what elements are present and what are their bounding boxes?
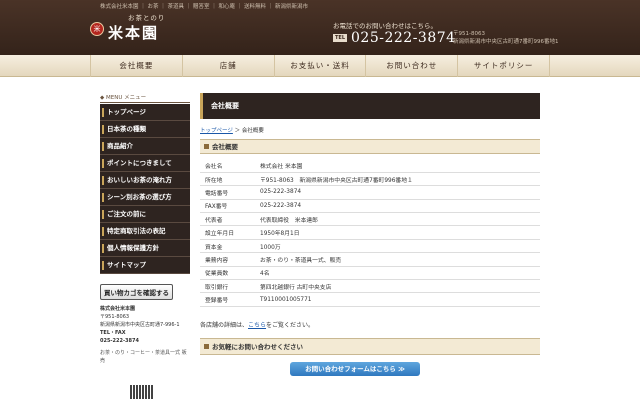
sidebar-item-commerce-law[interactable]: 特定商取引法の表記 [100, 223, 190, 240]
nav-item-payment[interactable]: お支払い・送料 [273, 55, 366, 77]
breadcrumb-home-link[interactable]: トップページ [200, 128, 233, 134]
sidebar-description: お茶・のり・コーヒー・茶道具一式 販売 [100, 350, 187, 364]
row-label: 資本金 [200, 239, 260, 254]
row-value: お茶・のり・茶道具一式、販売 [260, 252, 540, 267]
section-title: 会社概要 [200, 139, 540, 154]
store-detail-note: 各店舗の詳細は、こちらをご覧ください。 [200, 321, 315, 329]
row-label: 取引銀行 [200, 279, 260, 294]
site-header: 株式会社米本園 ｜ お茶 ｜ 茶道具 ｜ 贈答室 ｜ 和心庵 ｜ 送料無料 ｜ … [0, 0, 640, 55]
row-label: FAX番号 [200, 199, 260, 214]
sidebar-item-products[interactable]: 商品紹介 [100, 138, 190, 155]
row-label: 所在地 [200, 172, 260, 187]
store-detail-link[interactable]: こちら [248, 322, 266, 329]
menu-heading: ◆ MENU メニュー [100, 93, 190, 103]
contact-heading: お気軽にお問い合わせください [200, 337, 540, 355]
row-label: 設立年月日 [200, 225, 260, 240]
row-label: 登録番号 [200, 292, 260, 307]
sidebar-item-before-order[interactable]: ご注文の前に [100, 206, 190, 223]
tel-number: 025-222-3874 [351, 30, 456, 46]
row-value: 025-222-3874 [260, 199, 540, 214]
sidebar-item-scenes[interactable]: シーン別お茶の選び方 [100, 189, 190, 206]
row-label: 電話番号 [200, 185, 260, 200]
table-row: 会社名 株式会社 米本園 [200, 159, 540, 173]
table-row: 所在地 〒951-8063 新潟県新潟市中央区古町通7番町996番地１ [200, 172, 540, 187]
row-label: 会社名 [200, 159, 260, 173]
row-value: 025-222-3874 [260, 185, 540, 200]
sidebar-item-privacy[interactable]: 個人情報保護方針 [100, 240, 190, 257]
page-title: 会社概要 [200, 93, 540, 119]
row-label: 従業員数 [200, 266, 260, 281]
table-row: 従業員数 4名 [200, 266, 540, 281]
site-logo[interactable]: 米 お茶とのり 米本園 [90, 14, 165, 43]
row-value: 1950年8月1日 [260, 225, 540, 240]
table-row: FAX番号 025-222-3874 [200, 199, 540, 214]
tel-icon: TEL [333, 34, 348, 42]
table-row: 資本金 1000万 [200, 239, 540, 254]
row-value: 1000万 [260, 239, 540, 254]
row-label: 業務内容 [200, 252, 260, 267]
nav-item-store[interactable]: 店舗 [181, 55, 274, 77]
table-row: 登録番号 T9110001005771 [200, 292, 540, 307]
row-value: 第四北越銀行 古町中央支店 [260, 279, 540, 294]
global-nav: 会社概要 店舗 お支払い・送料 お問い合わせ サイトポリシー [0, 55, 640, 77]
nav-item-contact[interactable]: お問い合わせ [365, 55, 457, 77]
header-phone[interactable]: TEL 025-222-3874 [333, 30, 456, 46]
sidebar-item-brewing[interactable]: おいしいお茶の淹れ方 [100, 172, 190, 189]
qr-code-icon [130, 385, 154, 399]
table-row: 代表者 代表取締役 米本達郎 [200, 212, 540, 227]
logo-name: 米本園 [108, 24, 160, 42]
table-row: 業務内容 お茶・のり・茶道具一式、販売 [200, 252, 540, 267]
row-value: 株式会社 米本園 [260, 159, 540, 173]
logo-seal-icon: 米 [90, 21, 104, 36]
header-address: 〒951-8063 新潟県新潟市中央区古町通7番町996番地1 [453, 31, 559, 45]
sidebar: ◆ MENU メニュー トップページ 日本茶の種類 商品紹介 ポイントにつきまし… [100, 93, 190, 399]
sidebar-item-points[interactable]: ポイントにつきまして [100, 155, 190, 172]
sidebar-item-tea-types[interactable]: 日本茶の種類 [100, 121, 190, 138]
row-value: 4名 [260, 266, 540, 281]
breadcrumb: トップページ ＞ 会社概要 [200, 128, 264, 134]
header-topline: 株式会社米本園 ｜ お茶 ｜ 茶道具 ｜ 贈答室 ｜ 和心庵 ｜ 送料無料 ｜ … [100, 4, 308, 10]
contact-form-button[interactable]: お問い合わせフォームはこちら ≫ [290, 361, 420, 376]
nav-item-company[interactable]: 会社概要 [90, 55, 182, 77]
sidebar-company-info: 株式会社米本園 〒951-8063 新潟県新潟市中央区古町通7-996-1 TE… [100, 306, 180, 344]
view-cart-button[interactable]: 買い物カゴを確認する [100, 284, 173, 300]
table-row: 取引銀行 第四北越銀行 古町中央支店 [200, 279, 540, 294]
tel-note: お電話でのお問い合わせはこちら。 [333, 22, 437, 30]
logo-tagline: お茶とのり [128, 14, 166, 22]
table-row: 電話番号 025-222-3874 [200, 185, 540, 200]
table-row: 設立年月日 1950年8月1日 [200, 225, 540, 240]
row-value: T9110001005771 [260, 292, 540, 307]
nav-item-policy[interactable]: サイトポリシー [457, 55, 550, 77]
row-value: 〒951-8063 新潟県新潟市中央区古町通7番町996番地１ [260, 172, 540, 187]
sidebar-item-top[interactable]: トップページ [100, 104, 190, 121]
company-info-table: 会社名 株式会社 米本園 所在地 〒951-8063 新潟県新潟市中央区古町通7番町9… [200, 159, 540, 307]
row-label: 代表者 [200, 212, 260, 227]
sidebar-item-sitemap[interactable]: サイトマップ [100, 257, 190, 274]
main-content: 会社概要 トップページ ＞ 会社概要 会社概要 会社名 株式会社 米本園 所在地 〒9… [200, 93, 540, 376]
row-value: 代表取締役 米本達郎 [260, 212, 540, 227]
